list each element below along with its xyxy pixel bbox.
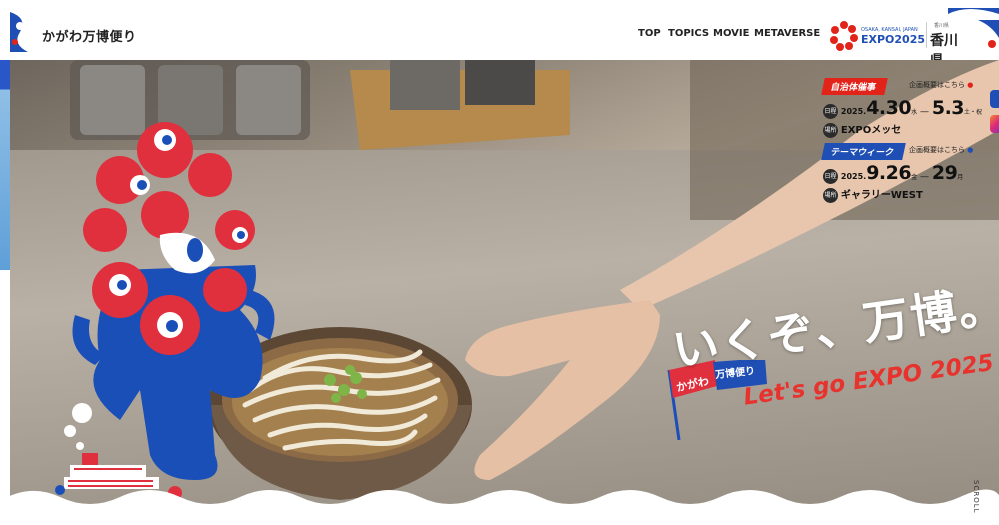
event-venue-row: 場所 ギャラリーWEST bbox=[823, 186, 993, 203]
date-pill: 日程 bbox=[823, 104, 838, 119]
event-start-date: 4.30 bbox=[866, 97, 912, 119]
bottom-wave-decor bbox=[0, 489, 999, 525]
nav-movie[interactable]: MOVIE bbox=[713, 28, 749, 39]
instagram-icon[interactable] bbox=[990, 115, 999, 133]
event-card-theme-week: テーマウィーク 企画概要はこちら ● 日程 2025.9.26金 — 29月 場… bbox=[821, 143, 993, 203]
nav-top[interactable]: TOP bbox=[638, 28, 661, 39]
event-year: 2025. bbox=[840, 172, 867, 181]
logo-divider bbox=[926, 22, 927, 48]
event-venue: ギャラリーWEST bbox=[840, 190, 923, 201]
pref-logo-small-text: 香川県 bbox=[934, 23, 950, 29]
event-start-dow: 金 bbox=[911, 174, 918, 181]
top-right-wave-decor bbox=[948, 8, 999, 48]
event-venue: EXPOメッセ bbox=[840, 125, 902, 136]
nav-metaverse[interactable]: METAVERSE bbox=[754, 28, 820, 39]
arrow-right-icon: ● bbox=[967, 81, 974, 89]
expo-logo-text: EXPO2025 bbox=[861, 33, 926, 46]
event-detail-link-text: 企画概要はこちら bbox=[909, 81, 965, 89]
facebook-icon[interactable] bbox=[990, 90, 999, 108]
scroll-indicator[interactable]: SCROLL bbox=[972, 480, 980, 514]
event-end-dow: 月 bbox=[957, 174, 964, 181]
venue-pill: 場所 bbox=[823, 123, 838, 138]
left-decor-strip bbox=[0, 12, 10, 442]
nav-topics[interactable]: TOPICS bbox=[668, 28, 709, 39]
event-card-municipal: 自治体催事 企画概要はこちら ● 日程 2025.4.30水 — 5.3土・祝 … bbox=[821, 78, 993, 138]
event-detail-link[interactable]: 企画概要はこちら ● bbox=[909, 80, 973, 90]
site-title-link[interactable]: かがわ万博便り bbox=[42, 26, 137, 45]
corner-logo-mark bbox=[10, 12, 28, 52]
event-year: 2025. bbox=[840, 107, 867, 116]
event-detail-link[interactable]: 企画概要はこちら ● bbox=[909, 145, 973, 155]
event-start-date: 9.26 bbox=[866, 162, 912, 184]
event-end-date: 29 bbox=[931, 162, 958, 184]
event-venue-row: 場所 EXPOメッセ bbox=[823, 121, 993, 138]
event-tag: テーマウィーク bbox=[821, 143, 906, 160]
event-detail-link-text: 企画概要はこちら bbox=[909, 146, 965, 154]
date-pill: 日程 bbox=[823, 169, 838, 184]
expo2025-logo[interactable]: OSAKA, KANSAI, JAPAN EXPO2025 bbox=[830, 20, 925, 52]
arrow-right-icon: ● bbox=[967, 146, 974, 154]
event-end-dow: 土・祝 bbox=[964, 109, 983, 116]
event-date-row: 日程 2025.4.30水 — 5.3土・祝 bbox=[823, 97, 983, 119]
event-tag: 自治体催事 bbox=[821, 78, 888, 95]
event-end-date: 5.3 bbox=[931, 97, 965, 119]
event-start-dow: 水 bbox=[911, 109, 918, 116]
venue-pill: 場所 bbox=[823, 188, 838, 203]
myaku-myaku-emblem-icon bbox=[830, 21, 858, 51]
event-date-row: 日程 2025.9.26金 — 29月 bbox=[823, 162, 964, 184]
